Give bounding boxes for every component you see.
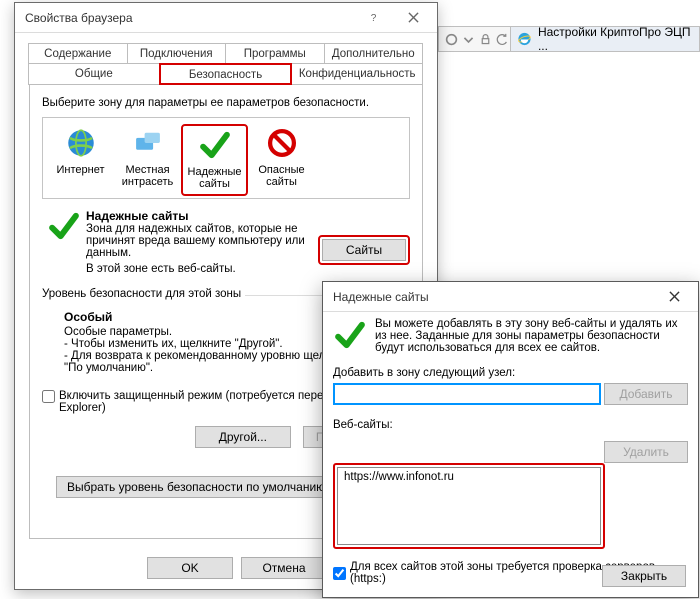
browser-tab[interactable]: Настройки КриптоПро ЭЦП ... [510,26,700,52]
trusted-sites-dialog: Надежные сайты Вы можете добавлять в эту… [322,281,699,598]
zone-prompt: Выберите зону для параметры ее параметро… [42,97,410,109]
add-site-input[interactable] [333,383,601,405]
trusted-title: Надежные сайты [333,290,429,304]
zone-detail-icon [42,209,86,245]
zone-intranet[interactable]: Местная интрасеть [114,124,181,196]
refresh-icon [496,33,509,46]
restricted-icon [265,126,299,160]
trusted-message: Вы можете добавлять в эту зону веб-сайты… [375,318,688,355]
ok-button[interactable]: OK [147,557,233,579]
svg-text:?: ? [370,13,376,23]
tab-programs[interactable]: Программы [225,43,325,65]
add-site-button[interactable]: Добавить [604,383,688,405]
url-bar-icons [439,33,515,46]
intranet-icon [131,126,165,160]
tab-privacy[interactable]: Конфиденциальность [291,63,423,85]
tab-security[interactable]: Безопасность [159,63,293,85]
lock-icon [479,33,492,46]
browser-tab-title: Настройки КриптоПро ЭЦП ... [538,25,693,53]
trusted-check-icon [333,318,367,355]
tab-general[interactable]: Общие [28,63,160,85]
tab-advanced[interactable]: Дополнительно [324,43,424,65]
zone-restricted[interactable]: Опасные сайты [248,124,315,196]
cancel-button[interactable]: Отмена [241,557,327,579]
protected-mode-checkbox[interactable] [42,390,55,403]
chevron-down-icon [462,33,475,46]
trusted-close-icon[interactable] [654,282,694,312]
remove-site-button[interactable]: Удалить [604,441,688,463]
sites-list-highlight: https://www.infonot.ru [333,463,605,549]
dialog-title: Свойства браузера [25,11,133,25]
sites-button[interactable]: Сайты [322,239,406,261]
sites-list-label: Веб-сайты: [333,419,688,431]
tab-content[interactable]: Содержание [28,43,128,65]
ie-icon [517,31,532,47]
zone-detail-desc: Зона для надежных сайтов, которые не при… [86,223,306,259]
zone-selector: Интернет Местная интрасеть Надежные сайт… [42,117,410,199]
dialog-titlebar[interactable]: Свойства браузера ? [15,3,437,33]
trusted-titlebar[interactable]: Надежные сайты [323,282,698,312]
zone-detail-title: Надежные сайты [86,209,188,223]
sites-button-highlight: Сайты [318,235,410,265]
check-icon [198,128,232,162]
close-button[interactable] [393,3,433,33]
require-https-checkbox[interactable] [333,567,346,580]
help-button[interactable]: ? [353,3,393,33]
add-site-label: Добавить в зону следующий узел: [333,367,688,379]
tab-connections[interactable]: Подключения [127,43,227,65]
zone-trusted[interactable]: Надежные сайты [181,124,248,196]
custom-level-button[interactable]: Другой... [195,426,291,448]
trusted-close-button[interactable]: Закрыть [602,565,686,587]
sites-listbox[interactable]: https://www.infonot.ru [337,467,601,545]
zone-internet[interactable]: Интернет [47,124,114,196]
stop-icon [445,33,458,46]
globe-icon [64,126,98,160]
list-item[interactable]: https://www.infonot.ru [344,471,594,483]
